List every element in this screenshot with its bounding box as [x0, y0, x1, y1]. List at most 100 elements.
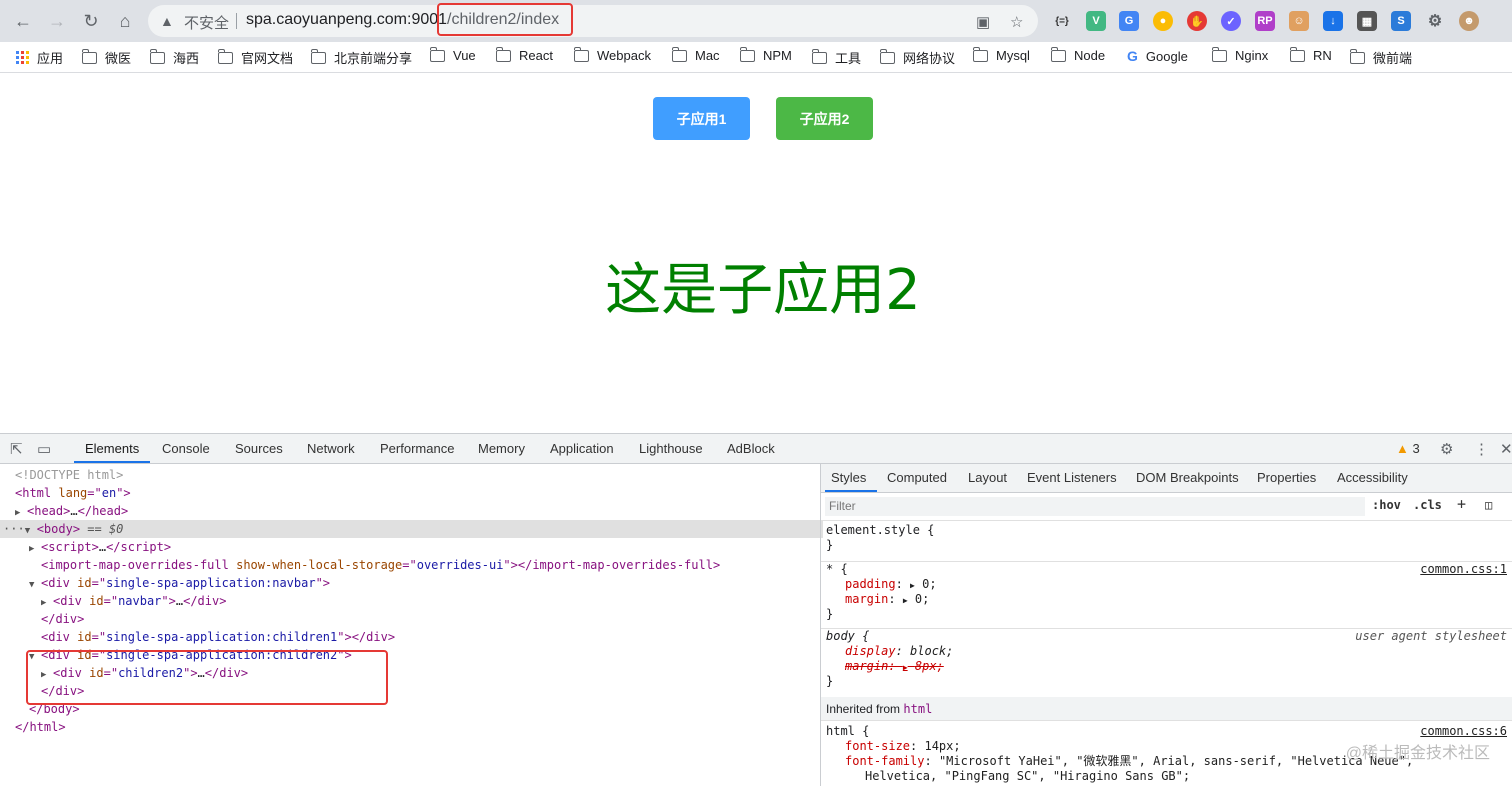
star-icon[interactable]: ☆ — [1010, 13, 1023, 31]
page-viewport: 子应用1 子应用2 这是子应用2 — [0, 73, 1512, 433]
folder-icon — [573, 46, 589, 62]
cls-button[interactable]: .cls — [1413, 498, 1442, 512]
omnibox-divider — [236, 13, 237, 29]
download-extension-icon[interactable]: ↓ — [1323, 11, 1343, 31]
tab-elements[interactable]: Elements — [85, 441, 139, 456]
hov-button[interactable]: :hov — [1372, 498, 1401, 512]
avatar[interactable]: ☻ — [1459, 11, 1479, 31]
folder-icon — [972, 46, 988, 62]
tab-accessibility[interactable]: Accessibility — [1337, 470, 1408, 485]
dom-children1-app[interactable]: <div id="single-spa-application:children… — [0, 628, 861, 646]
bookmark-folder[interactable]: NPM — [739, 46, 792, 63]
folder-icon — [310, 48, 326, 64]
styles-pane: Styles Computed Layout Event Listeners D… — [820, 464, 1512, 786]
bookmark-google[interactable]: G Google — [1127, 48, 1188, 64]
bookmark-folder[interactable]: 微前端 — [1349, 48, 1412, 67]
bookmark-folder[interactable]: 海西 — [149, 48, 199, 67]
folder-icon — [1289, 46, 1305, 62]
tab-memory[interactable]: Memory — [478, 441, 525, 456]
folder-icon — [217, 48, 233, 64]
tab-application[interactable]: Application — [550, 441, 614, 456]
google-translate-icon[interactable]: G — [1119, 11, 1139, 31]
puzzle-extensions-icon[interactable]: ⚙ — [1425, 11, 1445, 31]
warning-icon[interactable]: ▲ 3 — [1396, 441, 1420, 456]
toggle-sidebar-icon[interactable]: ◫ — [1485, 498, 1492, 512]
device-toggle-icon[interactable]: ▭ — [37, 440, 51, 458]
bookmark-folder[interactable]: Node — [1050, 46, 1105, 63]
folder-icon — [739, 46, 755, 62]
folder-icon — [811, 48, 827, 64]
url-host: spa.caoyuanpeng.com:9001 — [246, 11, 448, 28]
tab-lighthouse[interactable]: Lighthouse — [639, 441, 703, 456]
bookmark-folder[interactable]: Vue — [429, 46, 476, 63]
close-icon[interactable]: ✕ — [1500, 440, 1512, 458]
child-app-2-button[interactable]: 子应用2 — [776, 97, 873, 140]
bookmark-folder[interactable]: 北京前端分享 — [310, 48, 412, 67]
bookmark-folder[interactable]: 工具 — [811, 48, 861, 67]
tab-adblock[interactable]: AdBlock — [727, 441, 775, 456]
reload-icon[interactable]: ↻ — [80, 10, 102, 32]
face-extension-icon[interactable]: ☺ — [1289, 11, 1309, 31]
s-extension-icon[interactable]: S — [1391, 11, 1411, 31]
rp-extension-icon[interactable]: RP — [1255, 11, 1275, 31]
check-extension-icon[interactable]: ✓ — [1221, 11, 1241, 31]
tab-properties[interactable]: Properties — [1257, 470, 1316, 485]
dom-html-close[interactable]: </html> — [0, 718, 835, 736]
vue-devtools-icon[interactable]: V — [1086, 11, 1106, 31]
tab-layout[interactable]: Layout — [968, 470, 1007, 485]
active-tab-indicator — [825, 490, 877, 492]
child-app-1-button[interactable]: 子应用1 — [653, 97, 750, 140]
rule-element-style: element.style { } — [821, 521, 1512, 562]
rule-universal: common.css:1 * { padding: ▶ 0; margin: ▶… — [821, 560, 1512, 629]
folder-icon — [671, 46, 687, 62]
dom-script[interactable]: ▶ <script>…</script> — [0, 538, 849, 556]
adblock-icon[interactable]: ✋ — [1187, 11, 1207, 31]
bookmark-folder[interactable]: 官网文档 — [217, 48, 293, 67]
bookmark-folder[interactable]: React — [495, 46, 553, 63]
translate-icon[interactable]: ▣ — [976, 13, 990, 31]
grid-extension-icon[interactable]: ▦ — [1357, 11, 1377, 31]
dom-navbar[interactable]: ▶ <div id="navbar">…</div> — [0, 592, 861, 610]
dom-navbar-app[interactable]: ▼ <div id="single-spa-application:navbar"… — [0, 574, 849, 592]
bookmark-apps[interactable]: 应用 — [16, 48, 63, 67]
bookmark-folder[interactable]: 网络协议 — [879, 48, 955, 67]
dom-navbar-close[interactable]: </div> — [0, 610, 861, 628]
tab-console[interactable]: Console — [162, 441, 210, 456]
tab-sources[interactable]: Sources — [235, 441, 283, 456]
bookmark-folder[interactable]: Mac — [671, 46, 720, 63]
folder-icon — [81, 48, 97, 64]
add-rule-icon[interactable]: + — [1457, 495, 1466, 513]
tab-network[interactable]: Network — [307, 441, 355, 456]
more-options-icon[interactable]: ⋮ — [1474, 440, 1489, 458]
source-link[interactable]: common.css:6 — [1420, 724, 1507, 738]
tab-computed[interactable]: Computed — [887, 470, 947, 485]
bookmark-folder[interactable]: RN — [1289, 46, 1332, 63]
tab-event-listeners[interactable]: Event Listeners — [1027, 470, 1117, 485]
bookmark-folder[interactable]: Nginx — [1211, 46, 1268, 63]
dom-head[interactable]: ▶ <head>…</head> — [0, 502, 835, 520]
url-highlight-box — [437, 3, 573, 36]
watermark: @稀土掘金技术社区 — [1345, 745, 1490, 762]
chrome-extension-icon[interactable]: ● — [1153, 11, 1173, 31]
tab-dom-breakpoints[interactable]: DOM Breakpoints — [1136, 470, 1239, 485]
dom-doctype[interactable]: <!DOCTYPE html> — [0, 466, 835, 484]
tab-styles[interactable]: Styles — [831, 470, 866, 485]
bookmark-folder[interactable]: Webpack — [573, 46, 651, 63]
source-link[interactable]: common.css:1 — [1420, 562, 1507, 576]
tab-performance[interactable]: Performance — [380, 441, 454, 456]
dom-import-map-overrides[interactable]: <import-map-overrides-full show-when-loc… — [0, 556, 861, 574]
dom-body-selected[interactable]: ···▼ <body> == $0 — [0, 520, 823, 538]
address-bar[interactable]: ▲ 不安全 spa.caoyuanpeng.com:9001/children2… — [148, 5, 1038, 37]
bookmark-folder[interactable]: Mysql — [972, 46, 1030, 63]
settings-gear-icon[interactable]: ⚙ — [1440, 440, 1453, 458]
filter-input[interactable]: Filter — [825, 497, 1365, 516]
inherited-from-header: Inherited from html — [821, 697, 1512, 721]
bookmark-folder[interactable]: 微医 — [81, 48, 131, 67]
json-extension-icon[interactable]: {=} — [1052, 11, 1072, 31]
forward-arrow-icon[interactable]: → — [46, 10, 68, 32]
home-icon[interactable]: ⌂ — [114, 10, 136, 32]
back-arrow-icon[interactable]: ← — [12, 10, 34, 32]
inspect-element-icon[interactable]: ⇱ — [10, 440, 23, 458]
dom-html-open[interactable]: <html lang="en"> — [0, 484, 835, 502]
bookmarks-bar: 应用 微医 海西 官网文档 北京前端分享 Vue React Webpack M… — [0, 42, 1512, 73]
